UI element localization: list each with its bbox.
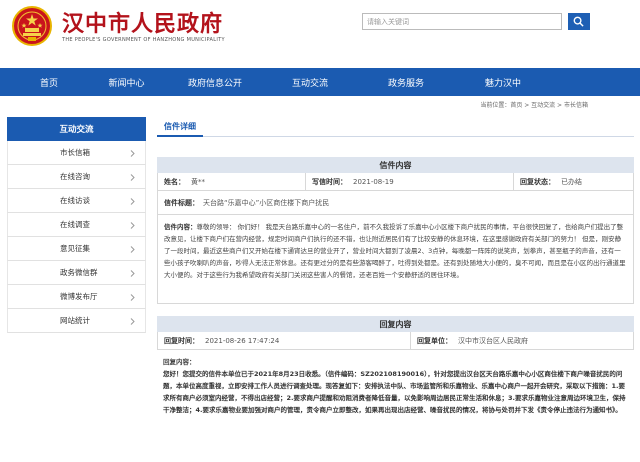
name-label: 姓名： — [164, 177, 185, 186]
content-label: 信件内容： — [164, 223, 197, 231]
site-header: 汉中市人民政府 THE PEOPLE'S GOVERNMENT OF HANZH… — [0, 0, 640, 68]
search-input[interactable]: 请输入关键词 — [362, 13, 562, 30]
sidebar-item-label: 在线调查 — [60, 220, 90, 229]
chevron-right-icon — [130, 270, 135, 277]
reply-content-label: 回复内容： — [163, 358, 196, 366]
nav-item-charm[interactable]: 魅力汉中 — [453, 68, 553, 96]
sidebar-item-weibo-hall[interactable]: 微博发布厅 — [7, 285, 146, 309]
nav-item-news[interactable]: 新闻中心 — [84, 68, 169, 96]
reply-unit-label: 回复单位： — [417, 336, 452, 345]
sidebar-item-site-stats[interactable]: 网站统计 — [7, 309, 146, 333]
date-label: 写信时间： — [312, 177, 347, 186]
search-button[interactable] — [568, 13, 590, 30]
date-value: 2021-08-19 — [353, 177, 394, 186]
tab-bar: 信件详细 — [157, 117, 634, 137]
nav-item-services[interactable]: 政务服务 — [359, 68, 453, 96]
sidebar-item-label: 政务微信群 — [60, 268, 98, 277]
chevron-right-icon — [130, 294, 135, 301]
letter-content: 信件内容：尊敬的领导： 你们好！ 我是天台路乐嘉中心的一名住户，前不久我投诉了乐… — [157, 215, 634, 304]
site-subtitle: THE PEOPLE'S GOVERNMENT OF HANZHONG MUNI… — [62, 37, 225, 43]
name-value: 黄** — [191, 177, 205, 186]
sidebar-item-label: 在线访谈 — [60, 196, 90, 205]
chevron-right-icon — [130, 174, 135, 181]
sidebar: 互动交流 市长信箱 在线咨询 在线访谈 在线调查 意见征集 政务微信群 微博发布… — [7, 117, 146, 333]
sidebar-item-label: 意见征集 — [60, 244, 90, 253]
sidebar-item-online-consult[interactable]: 在线咨询 — [7, 165, 146, 189]
sidebar-item-opinion-collection[interactable]: 意见征集 — [7, 237, 146, 261]
reply-date-label: 回复时间： — [164, 336, 199, 345]
sidebar-heading: 互动交流 — [7, 117, 146, 141]
sidebar-item-wechat-group[interactable]: 政务微信群 — [7, 261, 146, 285]
chevron-right-icon — [130, 246, 135, 253]
subject-value: 天台路“乐嘉中心”小区商住楼下商户扰民 — [203, 198, 330, 207]
sidebar-item-label: 微博发布厅 — [60, 292, 98, 301]
reply-info-row: 回复时间： 2021-08-26 17:47:24 回复单位： 汉中市汉台区人民… — [157, 332, 634, 350]
nav-item-home[interactable]: 首页 — [14, 68, 84, 96]
sidebar-item-online-interview[interactable]: 在线访谈 — [7, 189, 146, 213]
sidebar-item-label: 在线咨询 — [60, 172, 90, 181]
reply-section-title: 回复内容 — [157, 316, 634, 332]
chevron-right-icon — [130, 150, 135, 157]
national-emblem-icon[interactable] — [12, 6, 52, 46]
nav-item-gov-info[interactable]: 政府信息公开 — [169, 68, 261, 96]
breadcrumb[interactable]: 当前位置：首页 > 互动交流 > 市长信箱 — [480, 100, 588, 109]
site-title[interactable]: 汉中市人民政府 — [62, 6, 223, 38]
sidebar-item-mayor-mailbox[interactable]: 市长信箱 — [7, 141, 146, 165]
subject-label: 信件标题： — [164, 198, 199, 207]
sidebar-item-online-survey[interactable]: 在线调查 — [7, 213, 146, 237]
reply-unit-value: 汉中市汉台区人民政府 — [458, 336, 528, 345]
search-icon — [573, 16, 584, 27]
letter-subject-row: 信件标题： 天台路“乐嘉中心”小区商住楼下商户扰民 — [157, 191, 634, 215]
chevron-right-icon — [130, 222, 135, 229]
main-nav: 首页 新闻中心 政府信息公开 互动交流 政务服务 魅力汉中 — [0, 68, 640, 96]
reply-date-value: 2021-08-26 17:47:24 — [205, 336, 280, 345]
chevron-right-icon — [130, 198, 135, 205]
sidebar-item-label: 市长信箱 — [60, 148, 90, 157]
status-value: 已办结 — [561, 177, 582, 186]
reply-content: 回复内容： 您好！您提交的信件本单位已于2021年8月23日收悉。（信件编码：S… — [157, 350, 634, 436]
nav-item-interaction[interactable]: 互动交流 — [261, 68, 359, 96]
letter-section-title: 信件内容 — [157, 157, 634, 173]
main-content: 信件详细 信件内容 姓名： 黄** 写信时间： 2021-08-19 回复状态：… — [157, 117, 634, 436]
reply-greeting: 您好！您提交的信件本单位已于2021年8月23日收悉。 — [163, 370, 325, 378]
content-value: 尊敬的领导： 你们好！ 我是天台路乐嘉中心的一名住户，前不久我投诉了乐嘉中心小区… — [164, 223, 626, 279]
sidebar-item-label: 网站统计 — [60, 316, 90, 325]
chevron-right-icon — [130, 318, 135, 325]
tab-letter-detail[interactable]: 信件详细 — [157, 117, 203, 137]
status-label: 回复状态： — [520, 177, 555, 186]
letter-info-row: 姓名： 黄** 写信时间： 2021-08-19 回复状态： 已办结 — [157, 173, 634, 191]
